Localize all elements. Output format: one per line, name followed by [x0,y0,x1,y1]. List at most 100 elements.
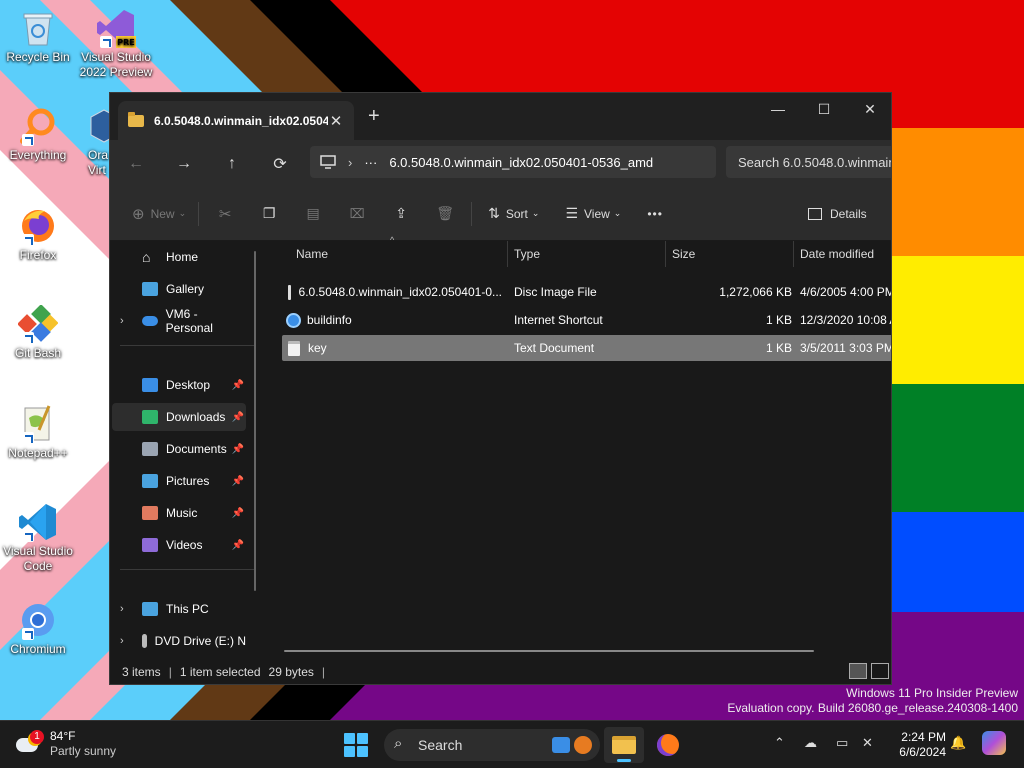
new-button[interactable]: ⊕ New ⌄ [124,198,194,230]
notifications-icon[interactable]: 🔔 [950,735,966,751]
sidebar-item-pictures[interactable]: Pictures 📌 [112,467,246,495]
sidebar-item-videos[interactable]: Videos 📌 [112,531,246,559]
desktop-icon-git-bash[interactable]: Git Bash [0,304,76,361]
file-type: Disc Image File [514,285,597,299]
sidebar-item-gallery[interactable]: Gallery [112,275,246,303]
view-button[interactable]: ☰ View ⌄ [557,198,629,230]
sidebar-item-desktop[interactable]: Desktop 📌 [112,371,246,399]
onedrive-icon[interactable]: ☁ [804,735,817,751]
sidebar-scrollbar[interactable] [254,251,256,591]
sort-button[interactable]: ⇅ Sort ⌄ [480,198,547,230]
sidebar-item-label: VM6 - Personal [165,307,213,335]
back-button[interactable]: ← [116,148,156,180]
taskbar-firefox[interactable] [648,727,688,763]
new-label: New [150,206,175,221]
horizontal-scrollbar[interactable] [284,650,814,652]
navigation-pane[interactable]: ⌂ Home Gallery › VM6 - Personal Desktop … [110,241,258,657]
table-row-selected[interactable]: key Text Document 1 KB 3/5/2011 3:03 PM [282,335,891,361]
search-input[interactable]: Search 6.0.5048.0.winmain_idx02.050401-0… [726,146,891,178]
file-name: 6.0.5048.0.winmain_idx02.050401-0... [298,285,502,299]
desktop-icon-notepadpp[interactable]: Notepad++ [0,404,76,461]
sidebar-item-music[interactable]: Music 📌 [112,499,246,527]
watermark-edition: Windows 11 Pro Insider Preview [846,686,1018,700]
desktop-icon-vscode[interactable]: Visual Studio Code [0,502,76,574]
file-size: 1 KB [765,341,792,355]
table-row[interactable]: buildinfo Internet Shortcut 1 KB 12/3/20… [282,307,891,333]
clock[interactable]: 2:24 PM 6/6/2024 [890,730,946,760]
disc-drive-icon [142,634,147,648]
address-bar[interactable]: › ··· 6.0.5048.0.winmain_idx02.050401-05… [310,146,716,178]
chevron-right-icon[interactable]: › [120,315,124,327]
scissors-icon: ✂ [218,205,232,223]
windows-watermark: Windows 11 Pro Insider Preview Evaluatio… [727,686,1018,716]
status-bar: 3 items | 1 item selected 29 bytes | [110,657,891,684]
table-row[interactable]: 6.0.5048.0.winmain_idx02.050401-0... Dis… [282,279,891,305]
column-header-type[interactable]: Type [508,241,666,267]
new-plus-icon: ⊕ [132,205,145,223]
rename-button[interactable]: ⌧ [335,198,379,230]
address-path[interactable]: 6.0.5048.0.winmain_idx02.050401-0536_amd [389,155,653,170]
search-highlight-icon [574,736,592,754]
sidebar-item-home[interactable]: ⌂ Home [112,243,246,271]
address-chevron-icon[interactable]: › [348,155,352,170]
tab-current-folder[interactable]: 6.0.5048.0.winmain_idx02.050401-0536_amd… [118,101,354,140]
column-header-size[interactable]: Size [666,241,794,267]
chevron-right-icon[interactable]: › [120,603,124,615]
tiles-view-button[interactable] [871,663,889,679]
up-button[interactable]: ↑ [212,148,252,180]
status-separator: | [321,664,326,679]
sidebar-item-downloads[interactable]: Downloads 📌 [112,403,246,431]
details-button[interactable]: Details [800,198,875,230]
minimize-button[interactable]: — [755,93,801,125]
maximize-button[interactable]: ☐ [801,93,847,125]
share-button[interactable]: ⇪ [379,198,423,230]
copy-button[interactable]: ❐ [247,198,291,230]
refresh-button[interactable]: ⟳ [260,148,300,180]
cut-button[interactable]: ✂ [203,198,247,230]
selection-count: 1 item selected [179,664,261,679]
desktop-icon-firefox[interactable]: Firefox [0,206,76,263]
column-header-date-modified[interactable]: Date modified [794,241,891,267]
sidebar-item-dvd-drive[interactable]: › DVD Drive (E:) N [112,627,246,655]
sort-label: Sort [505,206,528,221]
sidebar-item-label: Gallery [166,282,205,296]
column-header-name[interactable]: Name ^ [290,235,508,267]
desktop-icon-label: Notepad++ [8,446,68,460]
start-button[interactable] [344,733,368,757]
weather-widget[interactable]: 1 84°F Partly sunny [16,729,116,759]
chevron-right-icon[interactable]: › [120,635,124,647]
sidebar-item-documents[interactable]: Documents 📌 [112,435,246,463]
more-options-button[interactable]: ••• [639,198,671,230]
desktop-folder-icon [142,378,158,392]
volume-muted-icon[interactable]: ✕ [862,735,873,751]
forward-button[interactable]: → [164,148,204,180]
copilot-icon[interactable] [982,731,1006,755]
file-list[interactable]: Name ^ Type Size Date modified 6.0.5048.… [266,235,891,657]
close-button[interactable]: ✕ [847,93,891,125]
taskbar-search[interactable]: ⌕ Search [384,729,600,761]
taskbar-file-explorer[interactable] [604,727,644,763]
file-explorer-icon [612,736,636,754]
show-hidden-icons-button[interactable]: ⌃ [774,735,785,751]
file-explorer-window[interactable]: 6.0.5048.0.winmain_idx02.050401-0536_amd… [109,92,892,685]
delete-button[interactable]: 🗑 [423,198,467,230]
new-tab-button[interactable]: + [368,105,380,128]
tab-close-icon[interactable]: ✕ [328,112,344,130]
sidebar-item-onedrive[interactable]: › VM6 - Personal [112,307,246,335]
desktop-icon-everything[interactable]: Everything [0,106,76,163]
sidebar-item-this-pc[interactable]: › This PC [112,595,246,623]
details-view-button[interactable] [849,663,867,679]
search-highlight-icon [552,737,570,753]
chevron-down-icon: ⌄ [531,208,540,218]
network-icon[interactable]: ▭ [836,735,848,751]
sidebar-item-label: This PC [166,602,209,616]
sidebar-item-label: Videos [166,538,203,552]
desktop-icon-visual-studio[interactable]: PRE Visual Studio 2022 Preview [78,8,154,80]
title-bar[interactable]: 6.0.5048.0.winmain_idx02.050401-0536_amd… [110,93,891,140]
address-more-button[interactable]: ··· [364,155,377,170]
desktop-icon-virtualbox[interactable]: Ora Virt [66,106,110,178]
desktop-icon-chromium[interactable]: Chromium [0,600,76,657]
desktop-icon-recycle-bin[interactable]: Recycle Bin [0,8,76,65]
videos-icon [142,538,158,552]
paste-button[interactable]: ▤ [291,198,335,230]
